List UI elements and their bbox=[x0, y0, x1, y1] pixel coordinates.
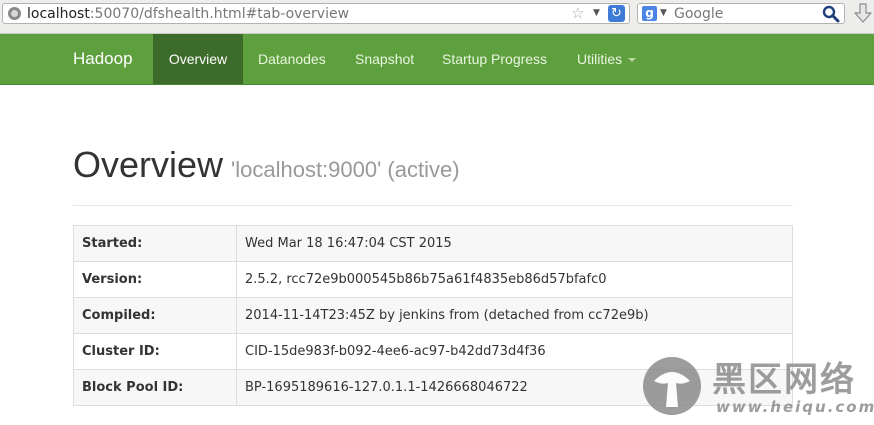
row-key: Block Pool ID: bbox=[73, 369, 237, 406]
search-bar[interactable]: g ▼ Google bbox=[637, 3, 845, 24]
url-history-dropdown-icon[interactable]: ▼ bbox=[593, 4, 600, 23]
row-key: Cluster ID: bbox=[73, 333, 237, 370]
navbar: Hadoop Overview Datanodes Snapshot Start… bbox=[0, 34, 874, 85]
row-value: CID-15de983f-b092-4ee6-ac97-b42dd73d4f36 bbox=[236, 333, 793, 370]
page-title: Overview bbox=[73, 144, 224, 185]
row-value: BP-1695189616-127.0.1.1-1426668046722 bbox=[236, 369, 793, 406]
site-icon[interactable] bbox=[8, 7, 21, 20]
page-header: Overview 'localhost:9000' (active) bbox=[73, 144, 460, 186]
header-divider bbox=[73, 205, 793, 206]
row-value: 2.5.2, rcc72e9b000545b86b75a61f4835eb86d… bbox=[236, 261, 793, 298]
watermark-logo-icon bbox=[643, 357, 701, 415]
row-value: 2014-11-14T23:45Z by jenkins from (detac… bbox=[236, 297, 793, 334]
row-value: Wed Mar 18 16:47:04 CST 2015 bbox=[236, 225, 793, 262]
tab-datanodes[interactable]: Datanodes bbox=[258, 34, 326, 84]
reload-icon[interactable]: ↻ bbox=[608, 5, 625, 22]
magnifier-icon[interactable] bbox=[822, 5, 840, 23]
url-host: localhost bbox=[27, 6, 90, 22]
tab-utilities-label: Utilities bbox=[577, 51, 623, 67]
address-bar[interactable]: localhost:50070/dfshealth.html#tab-overv… bbox=[2, 3, 630, 24]
table-row: Version: 2.5.2, rcc72e9b000545b86b75a61f… bbox=[73, 261, 793, 298]
watermark-url: www.heiqu.com bbox=[716, 398, 874, 416]
tab-utilities[interactable]: Utilities bbox=[577, 34, 637, 84]
table-row: Started: Wed Mar 18 16:47:04 CST 2015 bbox=[73, 225, 793, 262]
row-key: Started: bbox=[73, 225, 237, 262]
namenode-address: 'localhost:9000' (active) bbox=[231, 157, 460, 182]
search-engine-dropdown-icon[interactable]: ▼ bbox=[660, 4, 667, 23]
url-text[interactable]: localhost:50070/dfshealth.html#tab-overv… bbox=[27, 5, 349, 23]
brand-link[interactable]: Hadoop bbox=[73, 34, 133, 84]
row-key: Compiled: bbox=[73, 297, 237, 334]
search-input[interactable]: Google bbox=[674, 5, 723, 23]
download-icon[interactable] bbox=[853, 3, 873, 25]
bookmark-star-icon[interactable]: ☆ bbox=[571, 4, 584, 23]
tab-overview[interactable]: Overview bbox=[153, 34, 243, 84]
tab-startup-progress[interactable]: Startup Progress bbox=[442, 34, 547, 84]
table-row: Compiled: 2014-11-14T23:45Z by jenkins f… bbox=[73, 297, 793, 334]
tab-snapshot[interactable]: Snapshot bbox=[355, 34, 414, 84]
search-engine-icon[interactable]: g bbox=[642, 6, 657, 21]
browser-toolbar: localhost:50070/dfshealth.html#tab-overv… bbox=[0, 0, 874, 34]
url-path: :50070/dfshealth.html#tab-overview bbox=[89, 6, 350, 22]
watermark-text: 黑区网络 bbox=[712, 360, 856, 400]
row-key: Version: bbox=[73, 261, 237, 298]
caret-down-icon bbox=[628, 58, 637, 63]
